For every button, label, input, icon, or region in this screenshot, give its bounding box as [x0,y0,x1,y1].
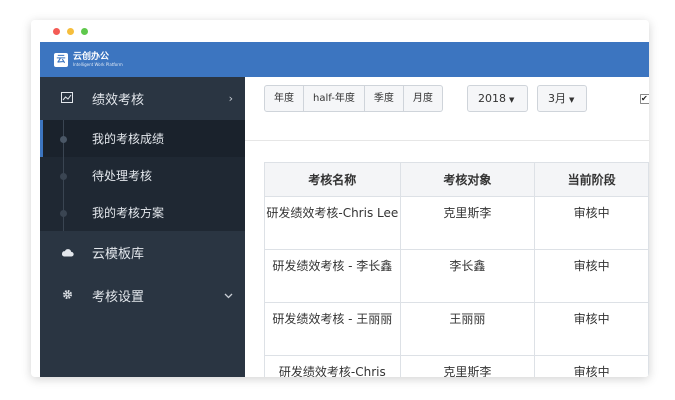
filter-bar: 年度 half-年度 季度 月度 2018 ▼ 3月 ▼ ✔ [245,77,649,141]
period-month-button[interactable]: 月度 [403,85,443,112]
submenu-dot [60,210,67,217]
gear-icon [60,289,74,303]
sidebar-subitem-label: 我的考核方案 [92,206,165,220]
month-value: 3月 [548,92,566,105]
cell-stage: 审核中 [534,196,649,250]
cell-stage: 审核中 [534,249,649,303]
filter-checkbox[interactable]: ✔ [640,94,649,104]
table-header-row: 考核名称 考核对象 当前阶段 [264,162,649,197]
submenu-dot [60,136,67,143]
main-content: 年度 half-年度 季度 月度 2018 ▼ 3月 ▼ ✔ 考核名称 考核对象 当… [245,77,649,377]
window-titlebar [31,20,649,42]
chart-icon [60,91,74,106]
cell-name: 研发绩效考核-Chris [264,355,401,377]
column-header-stage[interactable]: 当前阶段 [534,162,649,197]
sidebar-subitem-my-scores[interactable]: 我的考核成绩 [40,120,245,157]
app-subtitle: Intelligent Work Platform [73,61,123,67]
scores-table: 考核名称 考核对象 当前阶段 研发绩效考核-Chris Lee 克里斯李 审核中… [264,162,649,377]
sidebar-subitem-pending[interactable]: 待处理考核 [40,157,245,194]
year-value: 2018 [478,92,506,105]
cell-name: 研发绩效考核 - 王丽丽 [264,302,401,356]
sidebar-item-performance[interactable]: 绩效考核 › [40,77,245,120]
sidebar-item-label: 考核设置 [92,290,145,305]
period-half-year-button[interactable]: half-年度 [304,85,365,112]
cell-stage: 审核中 [534,302,649,356]
caret-down-icon: ▼ [509,96,515,104]
table-row[interactable]: 研发绩效考核 - 李长鑫 李长鑫 审核中 [264,249,649,303]
sidebar: 绩效考核 › 我的考核成绩 待处理考核 我的考核方案 云模板库 考核设置 [40,77,245,377]
period-button-group: 年度 half-年度 季度 月度 [264,85,443,112]
minimize-window-button[interactable] [67,28,74,35]
period-quarter-button[interactable]: 季度 [364,85,404,112]
sidebar-item-template-library[interactable]: 云模板库 [40,231,245,274]
table-row[interactable]: 研发绩效考核-Chris Lee 克里斯李 审核中 [264,196,649,250]
cell-name: 研发绩效考核 - 李长鑫 [264,249,401,303]
cell-stage: 审核中 [534,355,649,377]
column-header-target[interactable]: 考核对象 [399,162,536,197]
close-window-button[interactable] [53,28,60,35]
cloud-icon [60,246,74,260]
sidebar-subitem-label: 待处理考核 [92,169,153,183]
app-header: 云 云创办公 Intelligent Work Platform [40,42,649,77]
submenu-dot [60,173,67,180]
sidebar-item-settings[interactable]: 考核设置 [40,274,245,317]
cell-target: 克里斯李 [399,355,536,377]
sidebar-subitem-label: 我的考核成绩 [92,132,165,146]
cell-target: 王丽丽 [399,302,536,356]
caret-down-icon: ▼ [569,96,575,104]
app-logo: 云 [54,52,68,67]
year-dropdown[interactable]: 2018 ▼ [467,85,528,112]
table-row[interactable]: 研发绩效考核 - 王丽丽 王丽丽 审核中 [264,302,649,356]
chevron-right-icon: › [228,92,233,105]
sidebar-submenu: 我的考核成绩 待处理考核 我的考核方案 [40,120,245,231]
sidebar-subitem-my-plans[interactable]: 我的考核方案 [40,194,245,231]
active-indicator [40,120,43,157]
app-title: 云创办公 [73,51,110,62]
table-row[interactable]: 研发绩效考核-Chris 克里斯李 审核中 [264,355,649,377]
chevron-down-icon [224,289,233,302]
month-dropdown[interactable]: 3月 ▼ [537,85,587,112]
cell-target: 克里斯李 [399,196,536,250]
sidebar-item-label: 绩效考核 [92,93,145,108]
cell-name: 研发绩效考核-Chris Lee [264,196,401,250]
brand: 云创办公 Intelligent Work Platform [73,52,123,68]
maximize-window-button[interactable] [81,28,88,35]
period-year-button[interactable]: 年度 [264,85,304,112]
cell-target: 李长鑫 [399,249,536,303]
column-header-name[interactable]: 考核名称 [264,162,401,197]
sidebar-item-label: 云模板库 [92,247,145,262]
app-window: 云 云创办公 Intelligent Work Platform 绩效考核 › … [31,20,649,377]
